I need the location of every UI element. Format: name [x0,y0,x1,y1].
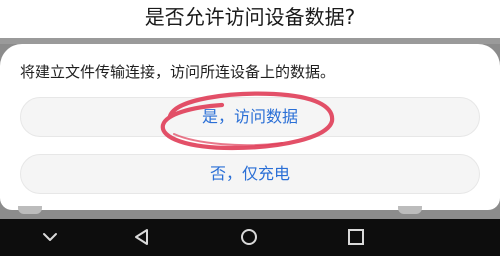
recents-icon[interactable] [346,227,366,247]
dialog-message: 将建立文件传输连接，访问所连设备上的数据。 [20,63,336,81]
allow-access-button[interactable]: 是，访问数据 [20,97,480,137]
title-bar: 是否允许访问设备数据? [0,0,500,38]
background-edge [398,206,422,214]
dialog-title: 是否允许访问设备数据? [144,5,356,29]
navigation-bar [0,219,500,256]
home-icon[interactable] [239,227,259,247]
permission-dialog: 将建立文件传输连接，访问所连设备上的数据。 是，访问数据 否，仅充电 [0,44,500,210]
background-edge [18,206,42,214]
chevron-down-icon[interactable] [40,227,60,247]
back-icon[interactable] [132,227,152,247]
charge-only-button[interactable]: 否，仅充电 [20,154,480,194]
